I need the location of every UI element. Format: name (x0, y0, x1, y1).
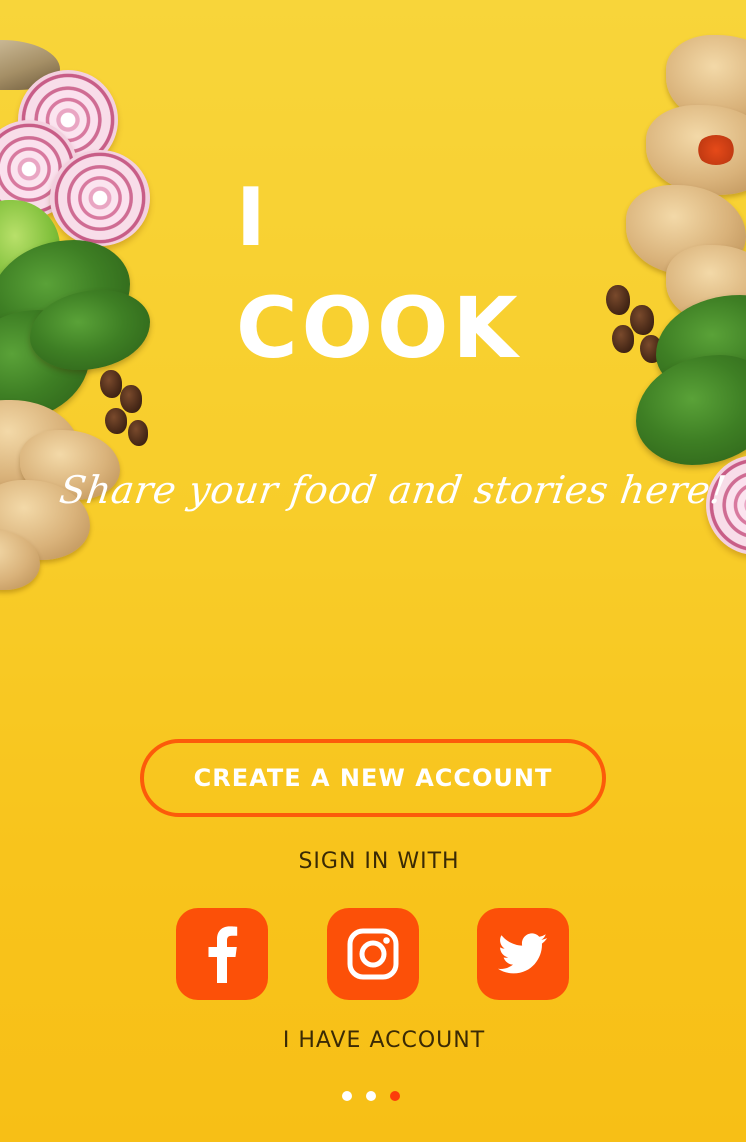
instagram-icon (347, 928, 399, 980)
twitter-icon (498, 933, 548, 974)
tagline: Share your food and stories here! (0, 468, 746, 512)
app-title-line1: I (236, 171, 268, 264)
create-account-button[interactable]: CREATE A NEW ACCOUNT (140, 739, 606, 817)
app-title-line2: COOK (236, 279, 522, 377)
have-account-link[interactable]: I HAVE ACCOUNT (0, 1028, 746, 1053)
facebook-icon (208, 926, 238, 983)
page-indicator (342, 1091, 400, 1101)
sign-in-with-label: SIGN IN WITH (298, 849, 460, 874)
facebook-sign-in-button[interactable] (176, 908, 268, 1000)
page-dot-active[interactable] (390, 1091, 400, 1101)
page-dot[interactable] (366, 1091, 376, 1101)
instagram-sign-in-button[interactable] (327, 908, 419, 1000)
page-dot[interactable] (342, 1091, 352, 1101)
twitter-sign-in-button[interactable] (477, 908, 569, 1000)
tagline-text: Share your food and stories here! (56, 468, 730, 512)
